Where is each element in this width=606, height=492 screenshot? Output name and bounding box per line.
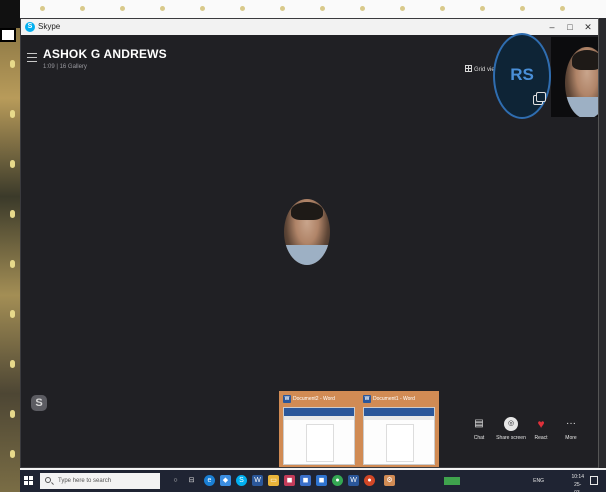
call-info: 1:09 | 16 Gallery xyxy=(43,64,87,70)
menu-icon[interactable] xyxy=(27,53,37,62)
skype-window: S Skype – □ ✕ ASHOK G ANDREWS 1:09 | 16 … xyxy=(20,18,600,468)
close-button[interactable]: ✕ xyxy=(579,19,597,35)
taskbar-search[interactable]: Type here to search xyxy=(40,473,160,489)
clock-date: 25-03-2021 xyxy=(574,482,582,492)
battery-icon[interactable] xyxy=(444,477,460,485)
title-bar[interactable]: S Skype – □ ✕ xyxy=(21,19,599,35)
word-icon: W xyxy=(363,395,371,403)
self-video-face xyxy=(565,47,599,117)
chat-icon: ▤ xyxy=(474,418,484,429)
heart-icon: ♥ xyxy=(537,417,545,431)
caller-name: ASHOK G ANDREWS xyxy=(43,47,167,61)
cortana-icon[interactable]: ○ xyxy=(170,475,181,486)
skype-badge-icon: S xyxy=(31,395,47,411)
language-indicator[interactable]: ENG xyxy=(533,478,544,484)
background-photo-strip xyxy=(0,0,20,492)
app-icon[interactable]: ◆ xyxy=(220,475,231,486)
participant-avatar[interactable]: RS xyxy=(493,33,551,119)
app-icon[interactable]: ◼ xyxy=(284,475,295,486)
more-icon: ··· xyxy=(566,418,576,429)
word-icon: W xyxy=(283,395,291,403)
task-view-icon[interactable]: ⊟ xyxy=(186,475,197,486)
thumbnail-document2[interactable]: W Document2 - Word xyxy=(281,393,357,467)
windows-start-button[interactable] xyxy=(24,476,34,486)
thumbnail-document1[interactable]: W Document1 - Word xyxy=(361,393,437,467)
chrome-icon[interactable]: ● xyxy=(332,475,343,486)
app-icon[interactable]: ● xyxy=(364,475,375,486)
more-label: More xyxy=(565,435,577,441)
clock-time: 10:14 xyxy=(571,474,584,480)
skype-logo-icon: S xyxy=(25,22,35,32)
search-icon xyxy=(45,477,51,483)
taskbar: Type here to search ○ ⊟ e ◆ S W ▭ ◼ ◼ ◼ … xyxy=(20,470,606,492)
search-placeholder: Type here to search xyxy=(58,478,112,484)
maximize-button[interactable]: □ xyxy=(561,19,579,35)
react-label: React xyxy=(534,435,548,441)
desktop: S Skype – □ ✕ ASHOK G ANDREWS 1:09 | 16 … xyxy=(0,0,606,492)
more-button[interactable]: ··· More xyxy=(551,417,591,441)
clock[interactable]: 10:14 25-03-2021 xyxy=(571,473,584,492)
participant-initials: RS xyxy=(510,65,534,84)
thumbnail-title: Document2 - Word xyxy=(293,396,335,402)
window-edge xyxy=(598,18,606,468)
file-explorer-icon[interactable]: ▭ xyxy=(268,475,279,486)
background-dark-block xyxy=(0,0,20,28)
popout-icon[interactable] xyxy=(533,92,546,105)
chat-label: Chat xyxy=(473,435,485,441)
word-taskbar-icon[interactable]: W xyxy=(252,475,263,486)
skype-taskbar-icon[interactable]: S xyxy=(236,475,247,486)
notification-icon[interactable] xyxy=(590,476,598,485)
self-video-preview[interactable] xyxy=(551,37,599,117)
edge-icon[interactable]: e xyxy=(204,475,215,486)
minimize-button[interactable]: – xyxy=(543,19,561,35)
app-icon[interactable]: ◼ xyxy=(300,475,311,486)
share-screen-icon: ◎ xyxy=(504,417,518,431)
window-title: Skype xyxy=(38,22,61,31)
grid-icon xyxy=(465,65,472,72)
background-white-block xyxy=(0,28,16,42)
app-icon[interactable]: ◼ xyxy=(316,475,327,486)
thumbnail-title: Document1 - Word xyxy=(373,396,415,402)
active-app-icon[interactable]: ⚙ xyxy=(384,475,395,486)
word-active-icon[interactable]: W xyxy=(348,475,359,486)
taskbar-thumbnail-preview: W Document2 - Word W Document1 - Word xyxy=(279,391,439,467)
caller-avatar xyxy=(284,199,330,265)
background-dotted-strip xyxy=(20,0,606,18)
